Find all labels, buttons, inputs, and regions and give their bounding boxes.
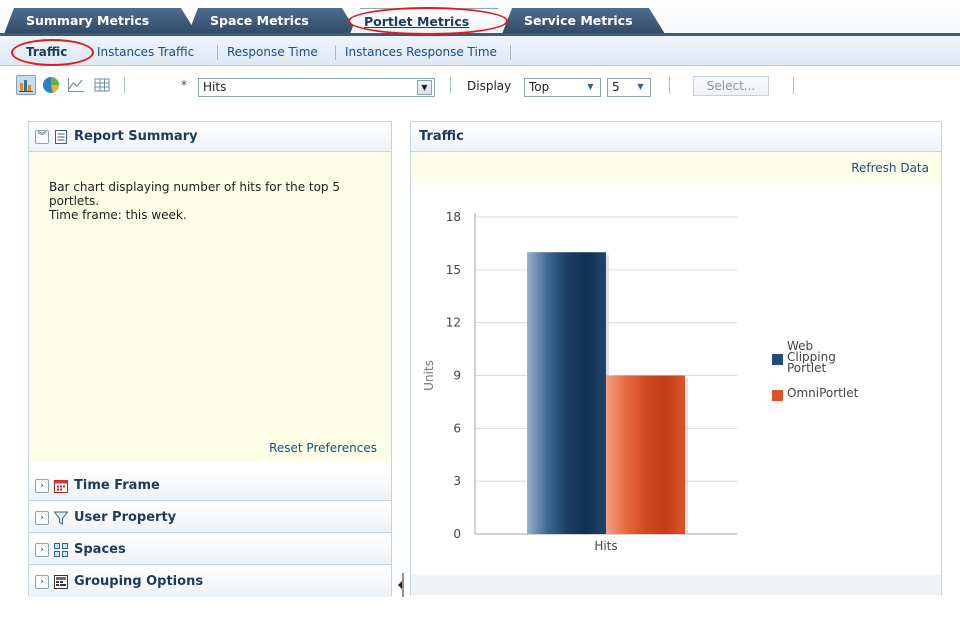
traffic-panel-header: Traffic bbox=[411, 122, 941, 152]
y-tick-label: 3 bbox=[453, 474, 461, 488]
chevron-down-icon[interactable]: ▼ bbox=[633, 80, 648, 95]
subnav-separator bbox=[335, 45, 336, 60]
expand-icon[interactable]: › bbox=[35, 511, 49, 525]
subnav-instances-traffic[interactable]: Instances Traffic bbox=[97, 45, 194, 59]
subnav-response-time[interactable]: Response Time bbox=[227, 45, 318, 59]
traffic-panel-footer bbox=[411, 575, 941, 595]
tab-portlet-metrics[interactable]: Portlet Metrics bbox=[350, 8, 514, 34]
legend-swatch-1 bbox=[772, 390, 783, 401]
tab-summary-metrics[interactable]: Summary Metrics bbox=[4, 8, 197, 34]
reset-preferences-link[interactable]: Reset Preferences bbox=[269, 441, 377, 455]
display-label: Display bbox=[467, 79, 512, 93]
toolbar-separator bbox=[450, 77, 451, 94]
count-select-value: 5 bbox=[612, 80, 620, 94]
y-tick-label: 0 bbox=[453, 527, 461, 541]
metrics-tab-bar: Summary Metrics Space Metrics Portlet Me… bbox=[0, 0, 960, 36]
metric-select[interactable]: Hits ▼ bbox=[198, 78, 435, 97]
legend-swatch-0 bbox=[772, 354, 783, 365]
select-button[interactable]: Select... bbox=[693, 76, 769, 96]
grouping-icon bbox=[53, 574, 69, 590]
chevron-down-icon[interactable]: ▼ bbox=[417, 80, 432, 95]
collapse-icon[interactable]: ︾ bbox=[35, 130, 49, 144]
table-view-icon[interactable] bbox=[92, 75, 112, 95]
subnav-instances-response-time[interactable]: Instances Response Time bbox=[345, 45, 497, 59]
refresh-bar: Refresh Data bbox=[411, 152, 941, 184]
bar-chart-view-icon[interactable] bbox=[16, 75, 36, 95]
summary-line-1: Bar chart displaying number of hits for … bbox=[49, 180, 340, 208]
grouping-options-title: Grouping Options bbox=[74, 574, 204, 589]
portlet-metrics-page: Summary Metrics Space Metrics Portlet Me… bbox=[0, 0, 960, 617]
report-toolbar: * Hits ▼ Display Top ▼ 5 ▼ Select... bbox=[0, 66, 960, 106]
metric-select-value: Hits bbox=[203, 80, 227, 94]
y-tick-label: 18 bbox=[446, 210, 461, 224]
user-property-header[interactable]: › User Property bbox=[29, 503, 391, 533]
subnav-bar: Traffic Instances Traffic Response Time … bbox=[0, 36, 960, 66]
traffic-chart-panel: Traffic Refresh Data 0 3 6 9 12 15 18 Units Hits… bbox=[410, 121, 942, 597]
y-axis-label: Units bbox=[422, 360, 436, 391]
legend-label-0: Portlet bbox=[787, 361, 827, 375]
spaces-title: Spaces bbox=[74, 542, 126, 557]
spaces-icon bbox=[53, 542, 69, 558]
grouping-options-header[interactable]: › Grouping Options bbox=[29, 567, 391, 597]
report-summary-text: Bar chart displaying number of hits for … bbox=[49, 180, 369, 222]
bar-0 bbox=[527, 252, 606, 534]
subnav-separator bbox=[217, 45, 218, 60]
spaces-header[interactable]: › Spaces bbox=[29, 535, 391, 565]
filter-icon bbox=[53, 510, 69, 526]
report-summary-header[interactable]: ︾ Report Summary bbox=[29, 122, 391, 152]
panel-splitter-handle[interactable] bbox=[398, 573, 404, 597]
summary-line-2: Time frame: this week. bbox=[49, 208, 187, 222]
calendar-icon bbox=[53, 478, 69, 494]
x-category-label: Hits bbox=[594, 539, 617, 553]
time-frame-header[interactable]: › Time Frame bbox=[29, 471, 391, 501]
display-select[interactable]: Top ▼ bbox=[524, 78, 601, 97]
expand-icon[interactable]: › bbox=[35, 543, 49, 557]
subnav-traffic[interactable]: Traffic bbox=[26, 45, 67, 59]
line-chart-view-icon[interactable] bbox=[66, 75, 86, 95]
time-frame-title: Time Frame bbox=[74, 478, 160, 493]
document-icon bbox=[53, 129, 69, 145]
toolbar-separator bbox=[124, 77, 125, 94]
chevron-down-icon[interactable]: ▼ bbox=[583, 80, 598, 95]
chart-area: 0 3 6 9 12 15 18 Units Hits Web Clipping Portlet Omn… bbox=[411, 184, 941, 597]
display-select-value: Top bbox=[529, 80, 550, 94]
y-tick-label: 6 bbox=[453, 421, 461, 435]
count-select[interactable]: 5 ▼ bbox=[607, 78, 651, 97]
user-property-title: User Property bbox=[74, 510, 177, 525]
traffic-panel-title: Traffic bbox=[419, 129, 464, 144]
tab-service-metrics[interactable]: Service Metrics bbox=[502, 8, 665, 34]
pie-chart-view-icon[interactable] bbox=[41, 75, 61, 95]
subnav-separator bbox=[510, 45, 511, 60]
expand-icon[interactable]: › bbox=[35, 479, 49, 493]
toolbar-separator bbox=[793, 77, 794, 94]
y-tick-label: 9 bbox=[453, 369, 461, 383]
legend-label-1: OmniPortlet bbox=[787, 386, 859, 400]
expand-icon[interactable]: › bbox=[35, 575, 49, 589]
required-indicator: * bbox=[181, 78, 187, 92]
report-summary-body: Bar chart displaying number of hits for … bbox=[29, 152, 391, 461]
toolbar-separator bbox=[669, 77, 670, 94]
report-options-panel: ︾ Report Summary Bar chart displaying nu… bbox=[28, 121, 392, 597]
tab-space-metrics[interactable]: Space Metrics bbox=[188, 8, 358, 34]
report-summary-title: Report Summary bbox=[74, 129, 198, 144]
bar-1 bbox=[606, 375, 685, 534]
refresh-data-link[interactable]: Refresh Data bbox=[851, 161, 929, 175]
traffic-bar-chart: 0369121518UnitsHitsWebClippingPortletOmn… bbox=[422, 210, 859, 553]
y-tick-label: 12 bbox=[446, 316, 461, 330]
y-tick-label: 15 bbox=[446, 263, 461, 277]
